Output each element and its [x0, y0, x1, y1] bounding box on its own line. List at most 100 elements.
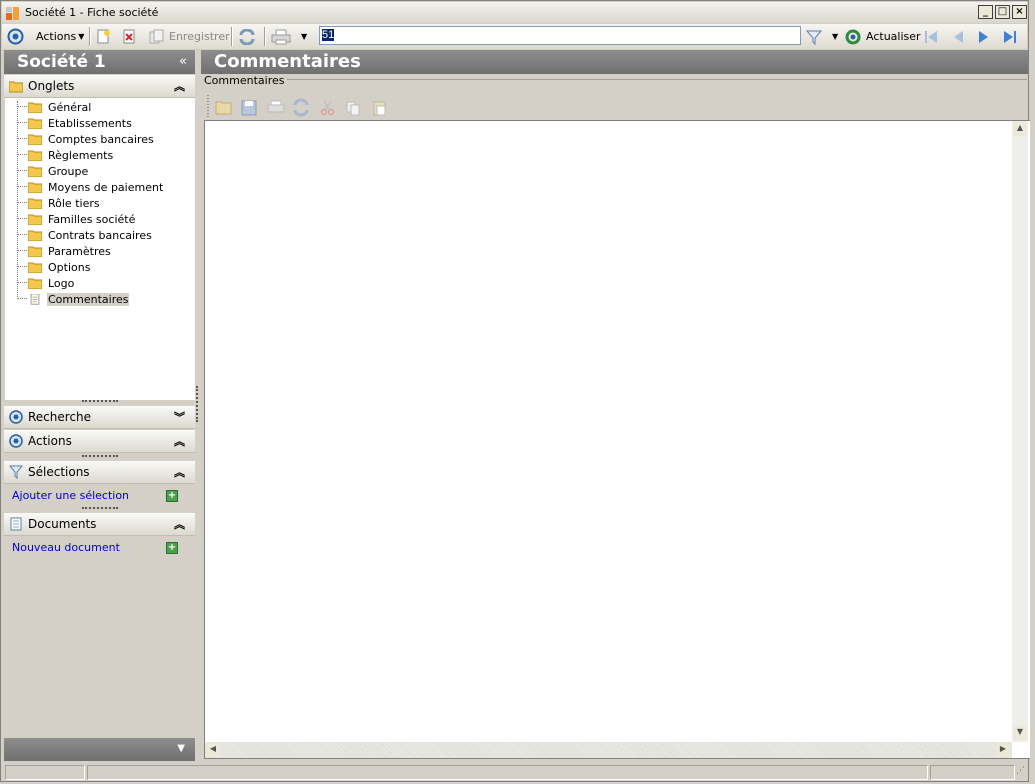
- folder-icon: [28, 198, 42, 209]
- print-dropdown-icon[interactable]: ▼: [301, 32, 307, 41]
- section-actions-header[interactable]: Actions ︽: [4, 430, 195, 453]
- last-record-button[interactable]: [1002, 27, 1018, 46]
- tree-connector-line: [17, 170, 27, 171]
- close-button[interactable]: ×: [1012, 5, 1027, 19]
- scroll-down-icon[interactable]: ▼: [1013, 726, 1027, 740]
- add-selection-link[interactable]: Ajouter une sélection: [12, 489, 129, 502]
- chevron-down-icon[interactable]: ▼: [177, 743, 185, 754]
- first-icon: [925, 30, 937, 43]
- tree-item[interactable]: Logo: [28, 275, 75, 291]
- save-label: Enregistrer: [169, 30, 230, 43]
- new-button[interactable]: [96, 27, 111, 46]
- content-title: Commentaires: [214, 51, 361, 72]
- collapse-panel-icon[interactable]: «: [179, 54, 187, 69]
- collapse-up-icon[interactable]: ︽: [174, 433, 185, 449]
- save-button[interactable]: Enregistrer: [149, 27, 230, 46]
- delete-button[interactable]: [122, 27, 137, 46]
- navigation-button[interactable]: [7, 27, 24, 46]
- scroll-left-icon[interactable]: ◀: [206, 743, 220, 757]
- tree-item[interactable]: Règlements: [28, 147, 114, 163]
- tree-item[interactable]: Moyens de paiement: [28, 179, 164, 195]
- new-document-link[interactable]: Nouveau document: [12, 541, 120, 554]
- search-input[interactable]: 51: [319, 26, 801, 45]
- actions-menu-button[interactable]: Actions ▼: [36, 27, 84, 46]
- tree-item[interactable]: Etablissements: [28, 115, 133, 131]
- new-document-plus-icon[interactable]: +: [166, 542, 178, 554]
- tree-item[interactable]: Familles société: [28, 211, 136, 227]
- printer-icon[interactable]: [267, 100, 285, 113]
- section-recherche-header[interactable]: Recherche ︾: [4, 406, 195, 429]
- section-selections-header[interactable]: Sélections ︽: [4, 461, 195, 484]
- entity-title: Société 1: [17, 52, 106, 72]
- tree-connector-line: [17, 266, 27, 267]
- next-record-button[interactable]: [976, 27, 992, 46]
- tree-connector-line: [17, 122, 27, 123]
- section-actions-label: Actions: [28, 434, 72, 448]
- collapse-up-icon[interactable]: ︽: [174, 516, 185, 532]
- tree-item[interactable]: Paramètres: [28, 243, 112, 259]
- comments-editor[interactable]: [204, 120, 1030, 759]
- entity-header: Société 1 «: [4, 50, 195, 74]
- scroll-right-icon[interactable]: ▶: [996, 743, 1010, 757]
- horizontal-scrollbar[interactable]: ◀ ▶: [205, 742, 1012, 758]
- first-record-button[interactable]: [923, 27, 939, 46]
- tree-item-label: Paramètres: [48, 244, 111, 258]
- main-toolbar: Actions ▼ Enregistrer ▼ 51 ▼ Actualiser: [2, 24, 1027, 49]
- collapse-up-icon[interactable]: ︽: [174, 464, 185, 480]
- tree-item-label: Logo: [48, 276, 75, 290]
- new-document-icon: [97, 29, 110, 44]
- window-title: Société 1 - Fiche société: [25, 6, 159, 19]
- add-selection-plus-icon[interactable]: +: [166, 490, 178, 502]
- tree-item[interactable]: Rôle tiers: [28, 195, 101, 211]
- section-recherche-label: Recherche: [28, 410, 92, 424]
- tree-item-label: Moyens de paiement: [48, 180, 164, 194]
- last-icon: [1004, 30, 1016, 43]
- tree-item[interactable]: Général: [28, 99, 92, 115]
- dropdown-arrow-icon: ▼: [78, 32, 85, 41]
- filter-dropdown-icon[interactable]: ▼: [832, 32, 838, 41]
- tree-item[interactable]: Options: [28, 259, 91, 275]
- resize-grip[interactable]: [82, 455, 118, 459]
- cut-icon[interactable]: [321, 100, 334, 115]
- tree-item[interactable]: Groupe: [28, 163, 89, 179]
- tree-item[interactable]: Comptes bancaires: [28, 131, 155, 147]
- expand-down-icon[interactable]: ︾: [174, 409, 185, 425]
- tree-item[interactable]: Contrats bancaires: [28, 227, 153, 243]
- resize-grip-icon[interactable]: ⋰: [1016, 766, 1025, 776]
- tree-item-label: Etablissements: [48, 116, 132, 130]
- refresh-button[interactable]: Actualiser: [845, 27, 921, 46]
- collapse-up-icon[interactable]: ︽: [174, 78, 185, 94]
- open-icon[interactable]: [215, 101, 232, 115]
- section-documents-header[interactable]: Documents ︽: [4, 513, 195, 536]
- tree-item-label: Rôle tiers: [48, 196, 100, 210]
- vertical-scrollbar[interactable]: ▲ ▼: [1012, 121, 1028, 742]
- save-copy-icon: [149, 29, 164, 44]
- sync-button[interactable]: [238, 27, 256, 46]
- paste-icon[interactable]: [373, 101, 386, 116]
- tree-item[interactable]: Commentaires: [28, 291, 130, 307]
- resize-grip[interactable]: [82, 400, 118, 404]
- tree-connector-line: [17, 202, 27, 203]
- folder-icon: [28, 214, 42, 225]
- folder-icon: [28, 230, 42, 241]
- section-onglets-header[interactable]: Onglets ︽: [4, 75, 195, 98]
- scroll-up-icon[interactable]: ▲: [1013, 122, 1027, 136]
- tree-connector-line: [17, 186, 27, 187]
- save-icon[interactable]: [241, 100, 257, 116]
- tree-item-label: Familles société: [48, 212, 136, 226]
- tree-connector-line: [17, 106, 27, 107]
- copy-icon[interactable]: [346, 101, 360, 116]
- filter-button[interactable]: ▼: [806, 27, 838, 46]
- sync-icon[interactable]: [293, 98, 309, 117]
- print-button[interactable]: ▼: [271, 27, 307, 46]
- panel-splitter[interactable]: [196, 386, 201, 422]
- maximize-button[interactable]: □: [995, 5, 1010, 19]
- folder-icon: [28, 118, 42, 129]
- tree-item-label: Commentaires: [47, 292, 130, 306]
- minimize-button[interactable]: _: [978, 5, 993, 19]
- section-selections-label: Sélections: [28, 465, 90, 479]
- tree-item-label: Règlements: [48, 148, 114, 162]
- previous-record-button[interactable]: [950, 27, 966, 46]
- folder-icon: [28, 134, 42, 145]
- resize-grip[interactable]: [82, 507, 118, 511]
